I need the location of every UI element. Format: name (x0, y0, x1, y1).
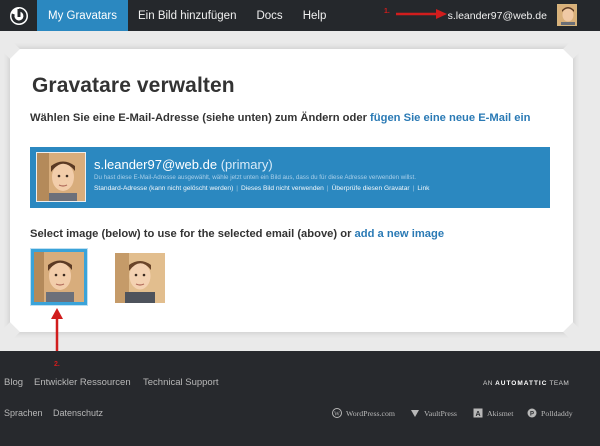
link-separator: | (412, 185, 415, 192)
footer-link-languages[interactable]: Sprachen (4, 408, 43, 418)
footer-link-support[interactable]: Technical Support (143, 377, 219, 388)
annotation-label-1: 1. (384, 8, 390, 15)
vaultpress-icon (411, 410, 419, 417)
email-description: Du hast diese E-Mail-Adresse ausgewählt,… (94, 174, 416, 181)
wordpress-label: WordPress.com (346, 408, 395, 418)
nav-add-image[interactable]: Ein Bild hinzufügen (128, 0, 246, 31)
footer: Blog Entwickler Ressourcen Technical Sup… (0, 351, 600, 446)
nav-docs[interactable]: Docs (246, 0, 292, 31)
footer-product-akismet[interactable]: A Akismet (473, 408, 513, 418)
select-image-instruction: Select image (below) to use for the sele… (30, 228, 444, 240)
manage-gravatars-card: Gravatare verwalten Wählen Sie eine E-Ma… (0, 39, 583, 342)
automattic-name: AUTOMATTIC (495, 380, 548, 387)
footer-link-privacy[interactable]: Datenschutz (53, 408, 103, 418)
annotation-label-2: 2. (54, 361, 60, 368)
email-instruction-text: Wählen Sie eine E-Mail-Adresse (siehe un… (30, 112, 371, 124)
nav-help[interactable]: Help (293, 0, 337, 31)
selected-email-card[interactable]: s.leander97@web.de (primary) Du hast die… (30, 147, 550, 208)
top-navigation: My Gravatars Ein Bild hinzufügen Docs He… (0, 0, 600, 31)
image-option-selected[interactable] (31, 249, 87, 305)
automattic-suffix: TEAM (549, 380, 570, 387)
select-image-text: Select image (below) to use for the sele… (30, 228, 355, 240)
vaultpress-label: VaultPress (424, 408, 457, 418)
akismet-icon: A (473, 408, 483, 418)
polldaddy-label: Polldaddy (541, 408, 573, 418)
card-corner (563, 39, 583, 59)
dont-use-image-link[interactable]: Dieses Bild nicht verwenden (241, 185, 324, 192)
link-link[interactable]: Link (417, 185, 429, 192)
add-new-email-link[interactable]: fügen Sie eine neue E-Mail ein (370, 112, 530, 124)
page-title: Gravatare verwalten (32, 74, 235, 97)
svg-text:P: P (530, 412, 534, 418)
user-avatar[interactable] (557, 4, 577, 26)
email-instruction: Wählen Sie eine E-Mail-Adresse (siehe un… (30, 112, 560, 125)
card-corner (563, 322, 583, 342)
link-separator: | (326, 185, 329, 192)
svg-text:W: W (334, 411, 340, 417)
check-gravatar-link[interactable]: Überprüfe diesen Gravatar (332, 185, 410, 192)
add-new-image-link[interactable]: add a new image (355, 228, 445, 240)
card-corner (0, 39, 20, 59)
footer-product-vaultpress[interactable]: VaultPress (410, 408, 457, 418)
default-address-label: Standard-Adresse (kann nicht gelöscht we… (94, 185, 234, 192)
email-action-links: Standard-Adresse (kann nicht gelöscht we… (94, 185, 429, 192)
automattic-prefix: AN (483, 380, 493, 387)
annotation-arrow-1 (396, 9, 447, 19)
image-option[interactable] (115, 253, 165, 303)
nav-my-gravatars[interactable]: My Gravatars (37, 0, 129, 31)
gravatar-logo-icon[interactable] (0, 0, 37, 31)
email-address-text: s.leander97@web.de (94, 157, 218, 172)
footer-product-wordpress[interactable]: W WordPress.com (332, 408, 395, 418)
selected-email-address: s.leander97@web.de (primary) (94, 157, 273, 172)
polldaddy-icon: P (527, 408, 537, 418)
footer-link-blog[interactable]: Blog (4, 377, 23, 388)
akismet-label: Akismet (487, 408, 514, 418)
wordpress-icon: W (332, 408, 342, 418)
svg-text:A: A (475, 411, 480, 418)
footer-link-developer[interactable]: Entwickler Ressourcen (34, 377, 131, 388)
footer-product-polldaddy[interactable]: P Polldaddy (527, 408, 573, 418)
automattic-branding[interactable]: AN AUTOMATTIC TEAM (483, 380, 569, 387)
user-email-link[interactable]: s.leander97@web.de (448, 0, 557, 31)
primary-badge: (primary) (220, 157, 273, 172)
link-separator: | (236, 185, 238, 192)
card-corner (0, 322, 20, 342)
email-avatar (36, 152, 86, 202)
